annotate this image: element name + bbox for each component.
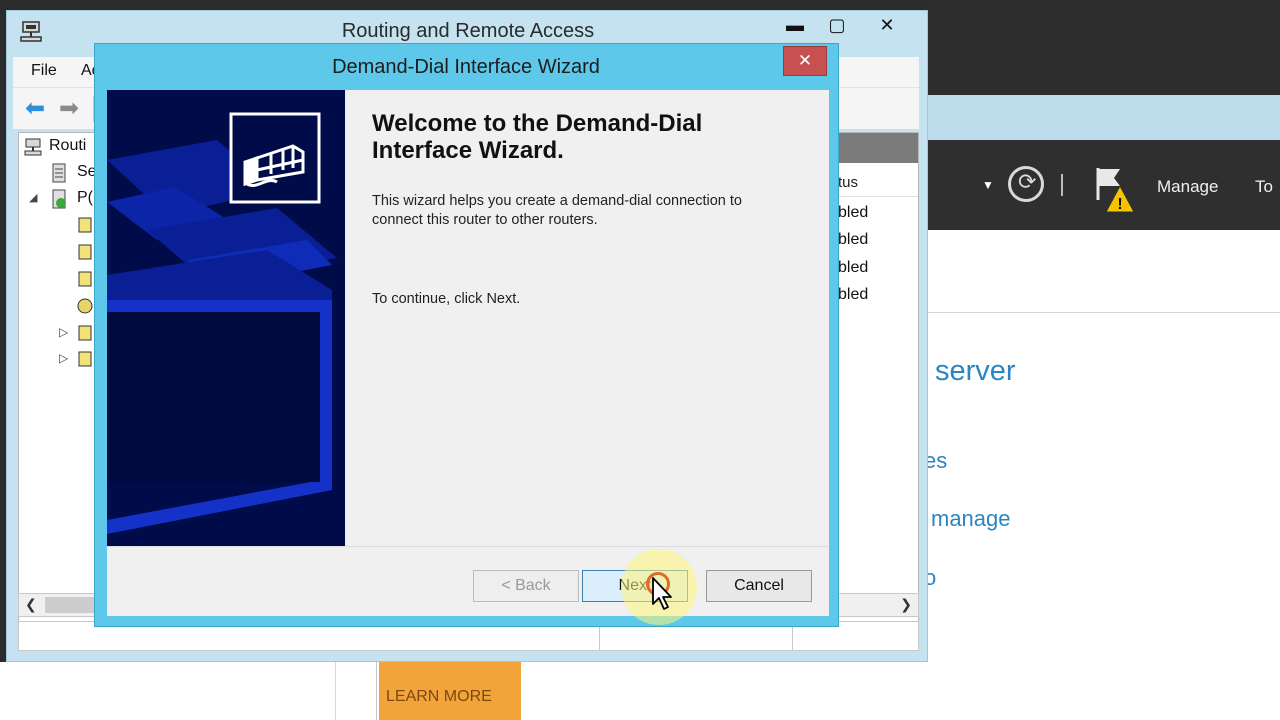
content-divider <box>928 312 1280 313</box>
maximize-button[interactable]: ▢ <box>817 11 857 41</box>
server-manager-titlebar <box>928 95 1280 140</box>
expand-triangle-icon[interactable]: ▷ <box>59 325 68 339</box>
tree-item-routing-root[interactable]: Routi <box>49 137 86 155</box>
welcome-text-server: server <box>935 355 1016 387</box>
back-button[interactable]: < Back <box>473 570 579 602</box>
dropdown-arrow-icon[interactable]: ▼ <box>982 178 994 192</box>
wizard-continue-instruction: To continue, click Next. <box>372 291 521 307</box>
server-status-icon <box>52 163 66 183</box>
status-cell: bled <box>838 286 869 303</box>
network-interfaces-icon <box>78 217 92 233</box>
server-manager-toolbar: ▼ ⟳ ! Manage To <box>928 140 1280 230</box>
collapse-triangle-icon[interactable]: ◢ <box>29 191 37 204</box>
menu-file[interactable]: File <box>31 62 57 80</box>
ports-icon <box>78 271 92 287</box>
tree-item-server[interactable]: P( <box>77 189 93 207</box>
learn-more-button[interactable]: LEARN MORE <box>379 662 521 720</box>
manage-menu[interactable]: Manage <box>1157 177 1218 197</box>
link-text-partial-2[interactable]: manage <box>931 506 1011 532</box>
status-cell: bled <box>838 231 869 248</box>
mouse-pointer-icon <box>652 577 672 610</box>
demand-dial-wizard-dialog: Demand-Dial Interface Wizard ✕ Welcome t… <box>94 43 839 627</box>
server-node-icon <box>52 189 66 209</box>
server-manager-nav-pane <box>18 662 336 720</box>
cancel-button[interactable]: Cancel <box>706 570 812 602</box>
column-header-label: tus <box>838 174 859 191</box>
wizard-description: This wizard helps you create a demand-di… <box>372 193 742 228</box>
server-manager-content: server es manage o <box>924 230 1280 720</box>
ipv6-icon <box>78 351 92 367</box>
close-button[interactable]: ✕ <box>859 11 915 41</box>
ipv4-icon <box>78 325 92 341</box>
minimize-button[interactable]: ▬ <box>775 11 815 41</box>
refresh-icon[interactable]: ⟳ <box>1008 166 1044 202</box>
notifications-flag-icon[interactable]: ! <box>1092 164 1134 214</box>
wizard-banner-graphic <box>107 90 345 546</box>
server-manager-top <box>928 0 1280 95</box>
tools-menu[interactable]: To <box>1255 177 1273 197</box>
wizard-banner-image <box>107 90 345 546</box>
wizard-close-button[interactable]: ✕ <box>783 46 827 76</box>
remote-clients-icon <box>78 244 92 260</box>
wizard-title: Demand-Dial Interface Wizard <box>332 56 600 78</box>
wizard-button-separator <box>107 546 829 547</box>
status-cell: bled <box>838 204 869 221</box>
status-cell: bled <box>838 259 869 276</box>
svg-text:!: ! <box>1117 196 1122 213</box>
routing-root-icon <box>24 138 42 156</box>
forward-arrow-icon[interactable]: ➡ <box>59 94 79 122</box>
toolbar-separator <box>1061 174 1063 196</box>
expand-triangle-icon[interactable]: ▷ <box>59 351 68 365</box>
remote-logging-icon <box>77 298 93 314</box>
scroll-right-icon[interactable]: ❯ <box>900 596 912 613</box>
wizard-body: Welcome to the Demand-Dial Interface Wiz… <box>107 90 829 616</box>
back-arrow-icon[interactable]: ⬅ <box>25 94 45 122</box>
wizard-heading: Welcome to the Demand-Dial Interface Wiz… <box>372 110 703 164</box>
scroll-left-icon[interactable]: ❮ <box>25 596 37 613</box>
